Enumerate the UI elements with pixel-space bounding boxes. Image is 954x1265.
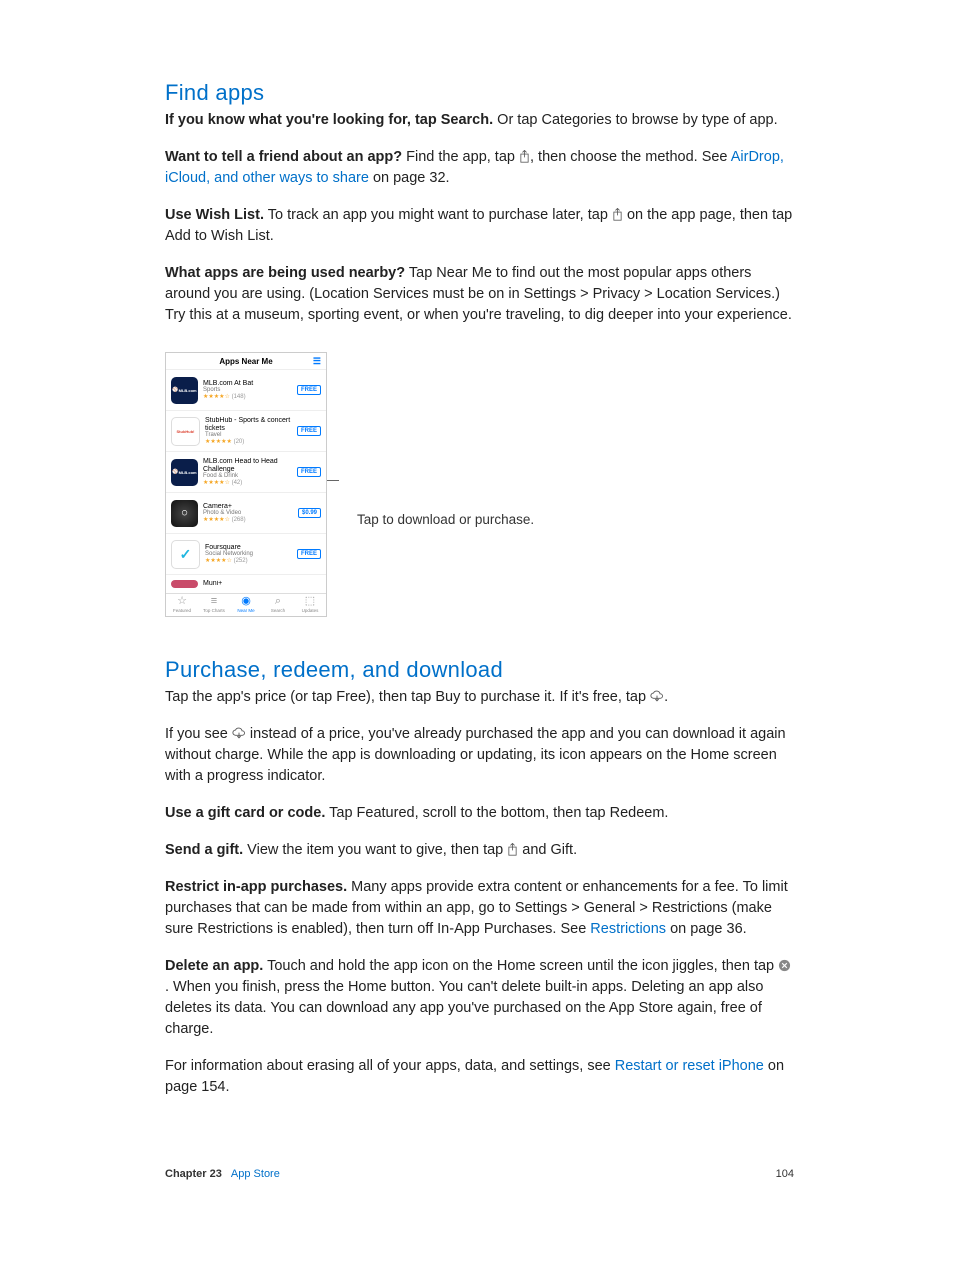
callout-text: Tap to download or purchase. (357, 511, 534, 529)
app-row: StubHub! StubHub - Sports & concert tick… (166, 411, 326, 452)
paragraph: Restrict in-app purchases. Many apps pro… (165, 877, 794, 940)
page-footer: Chapter 23 App Store 104 (165, 1168, 794, 1180)
paragraph: Want to tell a friend about an app? Find… (165, 147, 794, 189)
bold-lead: What apps are being used nearby? (165, 265, 405, 281)
chapter-label: Chapter 23 (165, 1168, 222, 1180)
list-icon: ☰ (313, 357, 321, 366)
paragraph: If you know what you're looking for, tap… (165, 110, 794, 131)
price-button[interactable]: FREE (297, 426, 321, 436)
paragraph: Send a gift. View the item you want to g… (165, 840, 794, 861)
chapter-title: App Store (231, 1168, 280, 1180)
screenshot-header: Apps Near Me ☰ (166, 353, 326, 370)
page-number: 104 (776, 1168, 794, 1180)
tab-bar: ☆Featured ≡Top Charts ◉Near Me ⌕Search ⬚… (166, 593, 326, 616)
screenshot-callout-group: Apps Near Me ☰ ⚾MLB.com MLB.com At Bat S… (165, 342, 794, 657)
apps-near-me-screenshot: Apps Near Me ☰ ⚾MLB.com MLB.com At Bat S… (165, 352, 327, 617)
price-button[interactable]: FREE (297, 467, 321, 477)
delete-x-icon (778, 959, 791, 972)
cloud-download-icon (650, 690, 664, 703)
paragraph: Use a gift card or code. Tap Featured, s… (165, 803, 794, 824)
cloud-download-icon (232, 727, 246, 740)
paragraph: Tap the app's price (or tap Free), then … (165, 687, 794, 708)
share-icon (612, 208, 623, 221)
app-icon: ⚾MLB.com (171, 459, 198, 486)
bold-lead: Send a gift. (165, 842, 243, 858)
app-row: ⚾MLB.com MLB.com At Bat Sports ★★★★☆ (14… (166, 370, 326, 411)
compass-icon: ◉ (230, 596, 262, 608)
bold-lead: Use a gift card or code. (165, 805, 325, 821)
paragraph: Use Wish List. To track an app you might… (165, 205, 794, 247)
paragraph: For information about erasing all of you… (165, 1056, 794, 1098)
link-restrictions[interactable]: Restrictions (590, 921, 666, 937)
app-icon: ◯ (171, 500, 198, 527)
callout-leader-line (327, 480, 339, 657)
price-button[interactable]: $0.99 (298, 508, 321, 518)
list-icon: ≡ (198, 596, 230, 608)
app-row: ⚾MLB.com MLB.com Head to Head Challenge … (166, 452, 326, 493)
app-icon: StubHub! (171, 417, 200, 446)
tab-near-me[interactable]: ◉Near Me (230, 594, 262, 616)
app-row: ◯ Camera+ Photo & Video ★★★★☆ (268) $0.9… (166, 493, 326, 534)
price-button[interactable]: FREE (297, 549, 321, 559)
bold-lead: If you know what you're looking for, tap… (165, 112, 493, 128)
paragraph: What apps are being used nearby? Tap Nea… (165, 263, 794, 326)
app-icon: ⚾MLB.com (171, 377, 198, 404)
share-icon (507, 843, 518, 856)
link-restart-reset[interactable]: Restart or reset iPhone (615, 1058, 764, 1074)
updates-icon: ⬚ (294, 596, 326, 608)
star-icon: ☆ (166, 596, 198, 608)
bold-lead: Use Wish List. (165, 207, 264, 223)
tab-updates[interactable]: ⬚Updates (294, 594, 326, 616)
bold-lead: Delete an app. (165, 958, 263, 974)
bold-lead: Want to tell a friend about an app? (165, 149, 402, 165)
section-heading-find-apps: Find apps (165, 80, 794, 106)
paragraph: If you see instead of a price, you've al… (165, 724, 794, 787)
app-icon (171, 580, 198, 588)
tab-search[interactable]: ⌕Search (262, 594, 294, 616)
bold-lead: Restrict in-app purchases. (165, 879, 347, 895)
paragraph: Delete an app. Touch and hold the app ic… (165, 956, 794, 1040)
section-heading-purchase: Purchase, redeem, and download (165, 657, 794, 683)
app-row: Muni+ (166, 575, 326, 593)
price-button[interactable]: FREE (297, 385, 321, 395)
share-icon (519, 150, 530, 163)
app-icon: ✓ (171, 540, 200, 569)
app-row: ✓ Foursquare Social Networking ★★★★☆ (25… (166, 534, 326, 575)
tab-top-charts[interactable]: ≡Top Charts (198, 594, 230, 616)
tab-featured[interactable]: ☆Featured (166, 594, 198, 616)
search-icon: ⌕ (262, 596, 294, 608)
